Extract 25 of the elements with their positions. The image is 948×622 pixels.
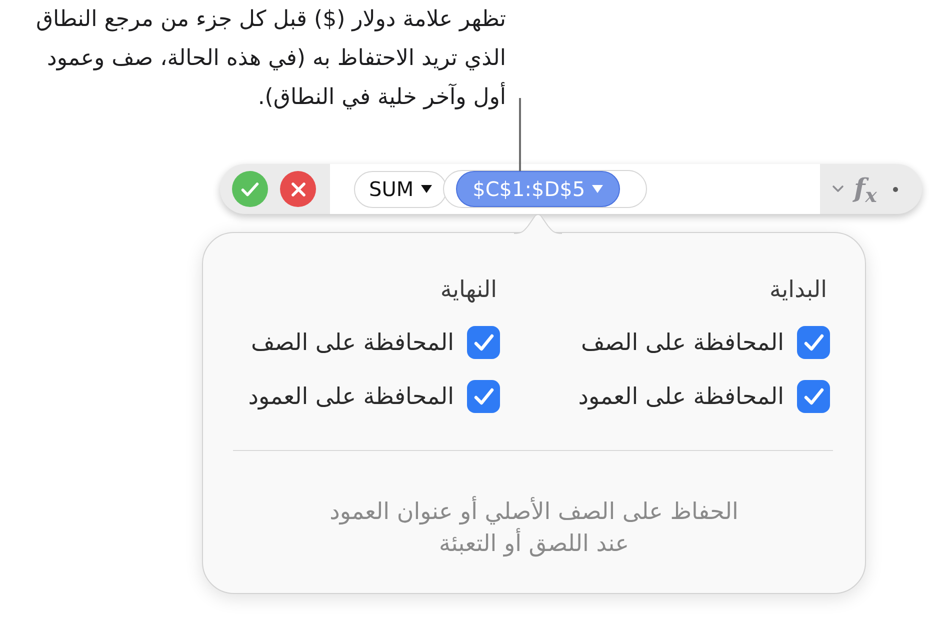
checkmark-icon <box>474 388 494 405</box>
checkbox-label: المحافظة على الصف <box>250 328 454 358</box>
checkmark-icon <box>804 334 824 351</box>
checkbox-label: المحافظة على العمود <box>578 382 784 412</box>
callout-text: تظهر علامة دولار ($) قبل كل جزء من مرجع النطاق الذي تريد الاحتفاظ به (في هذه الحالة، صف وعمود أول وآخر خلية في النطاق). <box>34 6 506 112</box>
checkbox[interactable] <box>797 380 830 413</box>
cancel-button[interactable] <box>280 171 316 207</box>
checkmark-icon <box>474 334 494 351</box>
hint-text: الحفاظ على الصف الأصلي أو عنوان العمود عند اللصق أو التعبئة <box>203 496 865 560</box>
checkmark-icon <box>241 182 259 196</box>
checkmark-icon <box>804 388 824 405</box>
caret-icon <box>592 185 604 193</box>
accept-button[interactable] <box>232 171 268 207</box>
checkbox-label: المحافظة على العمود <box>248 382 454 412</box>
formula-field[interactable]: SUM $C$1:$D$5 <box>330 164 820 214</box>
checkbox-label: المحافظة على الصف <box>580 328 784 358</box>
caret-icon <box>420 185 432 193</box>
checkbox[interactable] <box>797 326 830 359</box>
checkbox[interactable] <box>467 380 500 413</box>
close-icon <box>290 182 306 196</box>
column-heading: البداية <box>769 276 827 305</box>
formula-token[interactable]: SUM <box>354 170 447 208</box>
checkbox[interactable] <box>467 326 500 359</box>
chevron-down-icon[interactable] <box>832 185 844 193</box>
column-heading: النهاية <box>440 276 497 305</box>
